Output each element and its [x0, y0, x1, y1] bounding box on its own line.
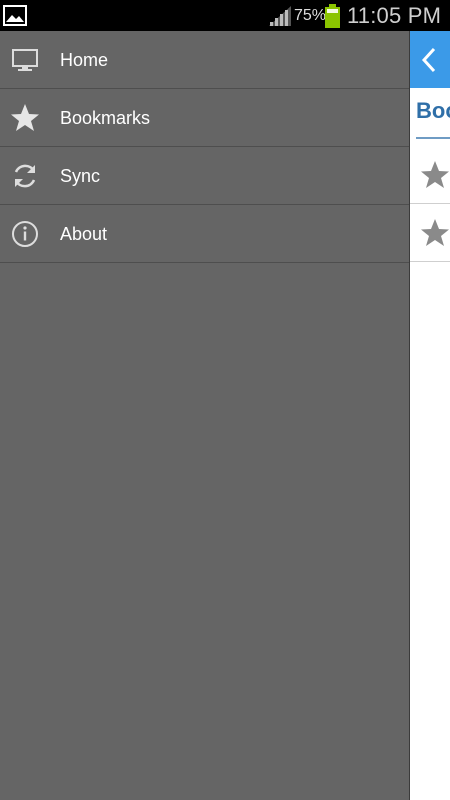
battery-icon	[325, 4, 340, 28]
gallery-icon	[3, 5, 27, 26]
drawer-item-home[interactable]: Home	[0, 31, 410, 89]
star-icon	[11, 104, 39, 131]
monitor-icon	[12, 49, 38, 71]
drawer-item-bookmarks[interactable]: Bookmarks	[0, 89, 410, 147]
drawer-item-about[interactable]: About	[0, 205, 410, 263]
drawer-item-label: Sync	[60, 166, 101, 186]
battery-percent: 75%	[294, 7, 327, 24]
title-divider	[416, 137, 450, 139]
star-icon	[421, 161, 449, 188]
action-bar	[410, 31, 450, 88]
list-item[interactable]	[410, 146, 450, 204]
drawer-item-label: Bookmarks	[60, 108, 151, 128]
star-icon	[421, 219, 449, 246]
drawer-item-label: About	[60, 224, 108, 244]
clock: 11:05 PM	[347, 3, 442, 28]
sync-icon	[14, 164, 36, 188]
signal-icon	[269, 6, 291, 26]
drawer-item-sync[interactable]: Sync	[0, 147, 410, 205]
back-chevron-icon[interactable]	[419, 47, 439, 73]
main-content: Bookmarks	[410, 31, 450, 800]
info-icon	[12, 221, 38, 247]
status-bar: 75% 11:05 PM	[0, 0, 450, 31]
list-item[interactable]	[410, 204, 450, 262]
drawer-item-label: Home	[60, 50, 109, 70]
page-title: Bookmarks	[416, 98, 450, 123]
navigation-drawer: Home Bookmarks Sync About	[0, 31, 410, 800]
